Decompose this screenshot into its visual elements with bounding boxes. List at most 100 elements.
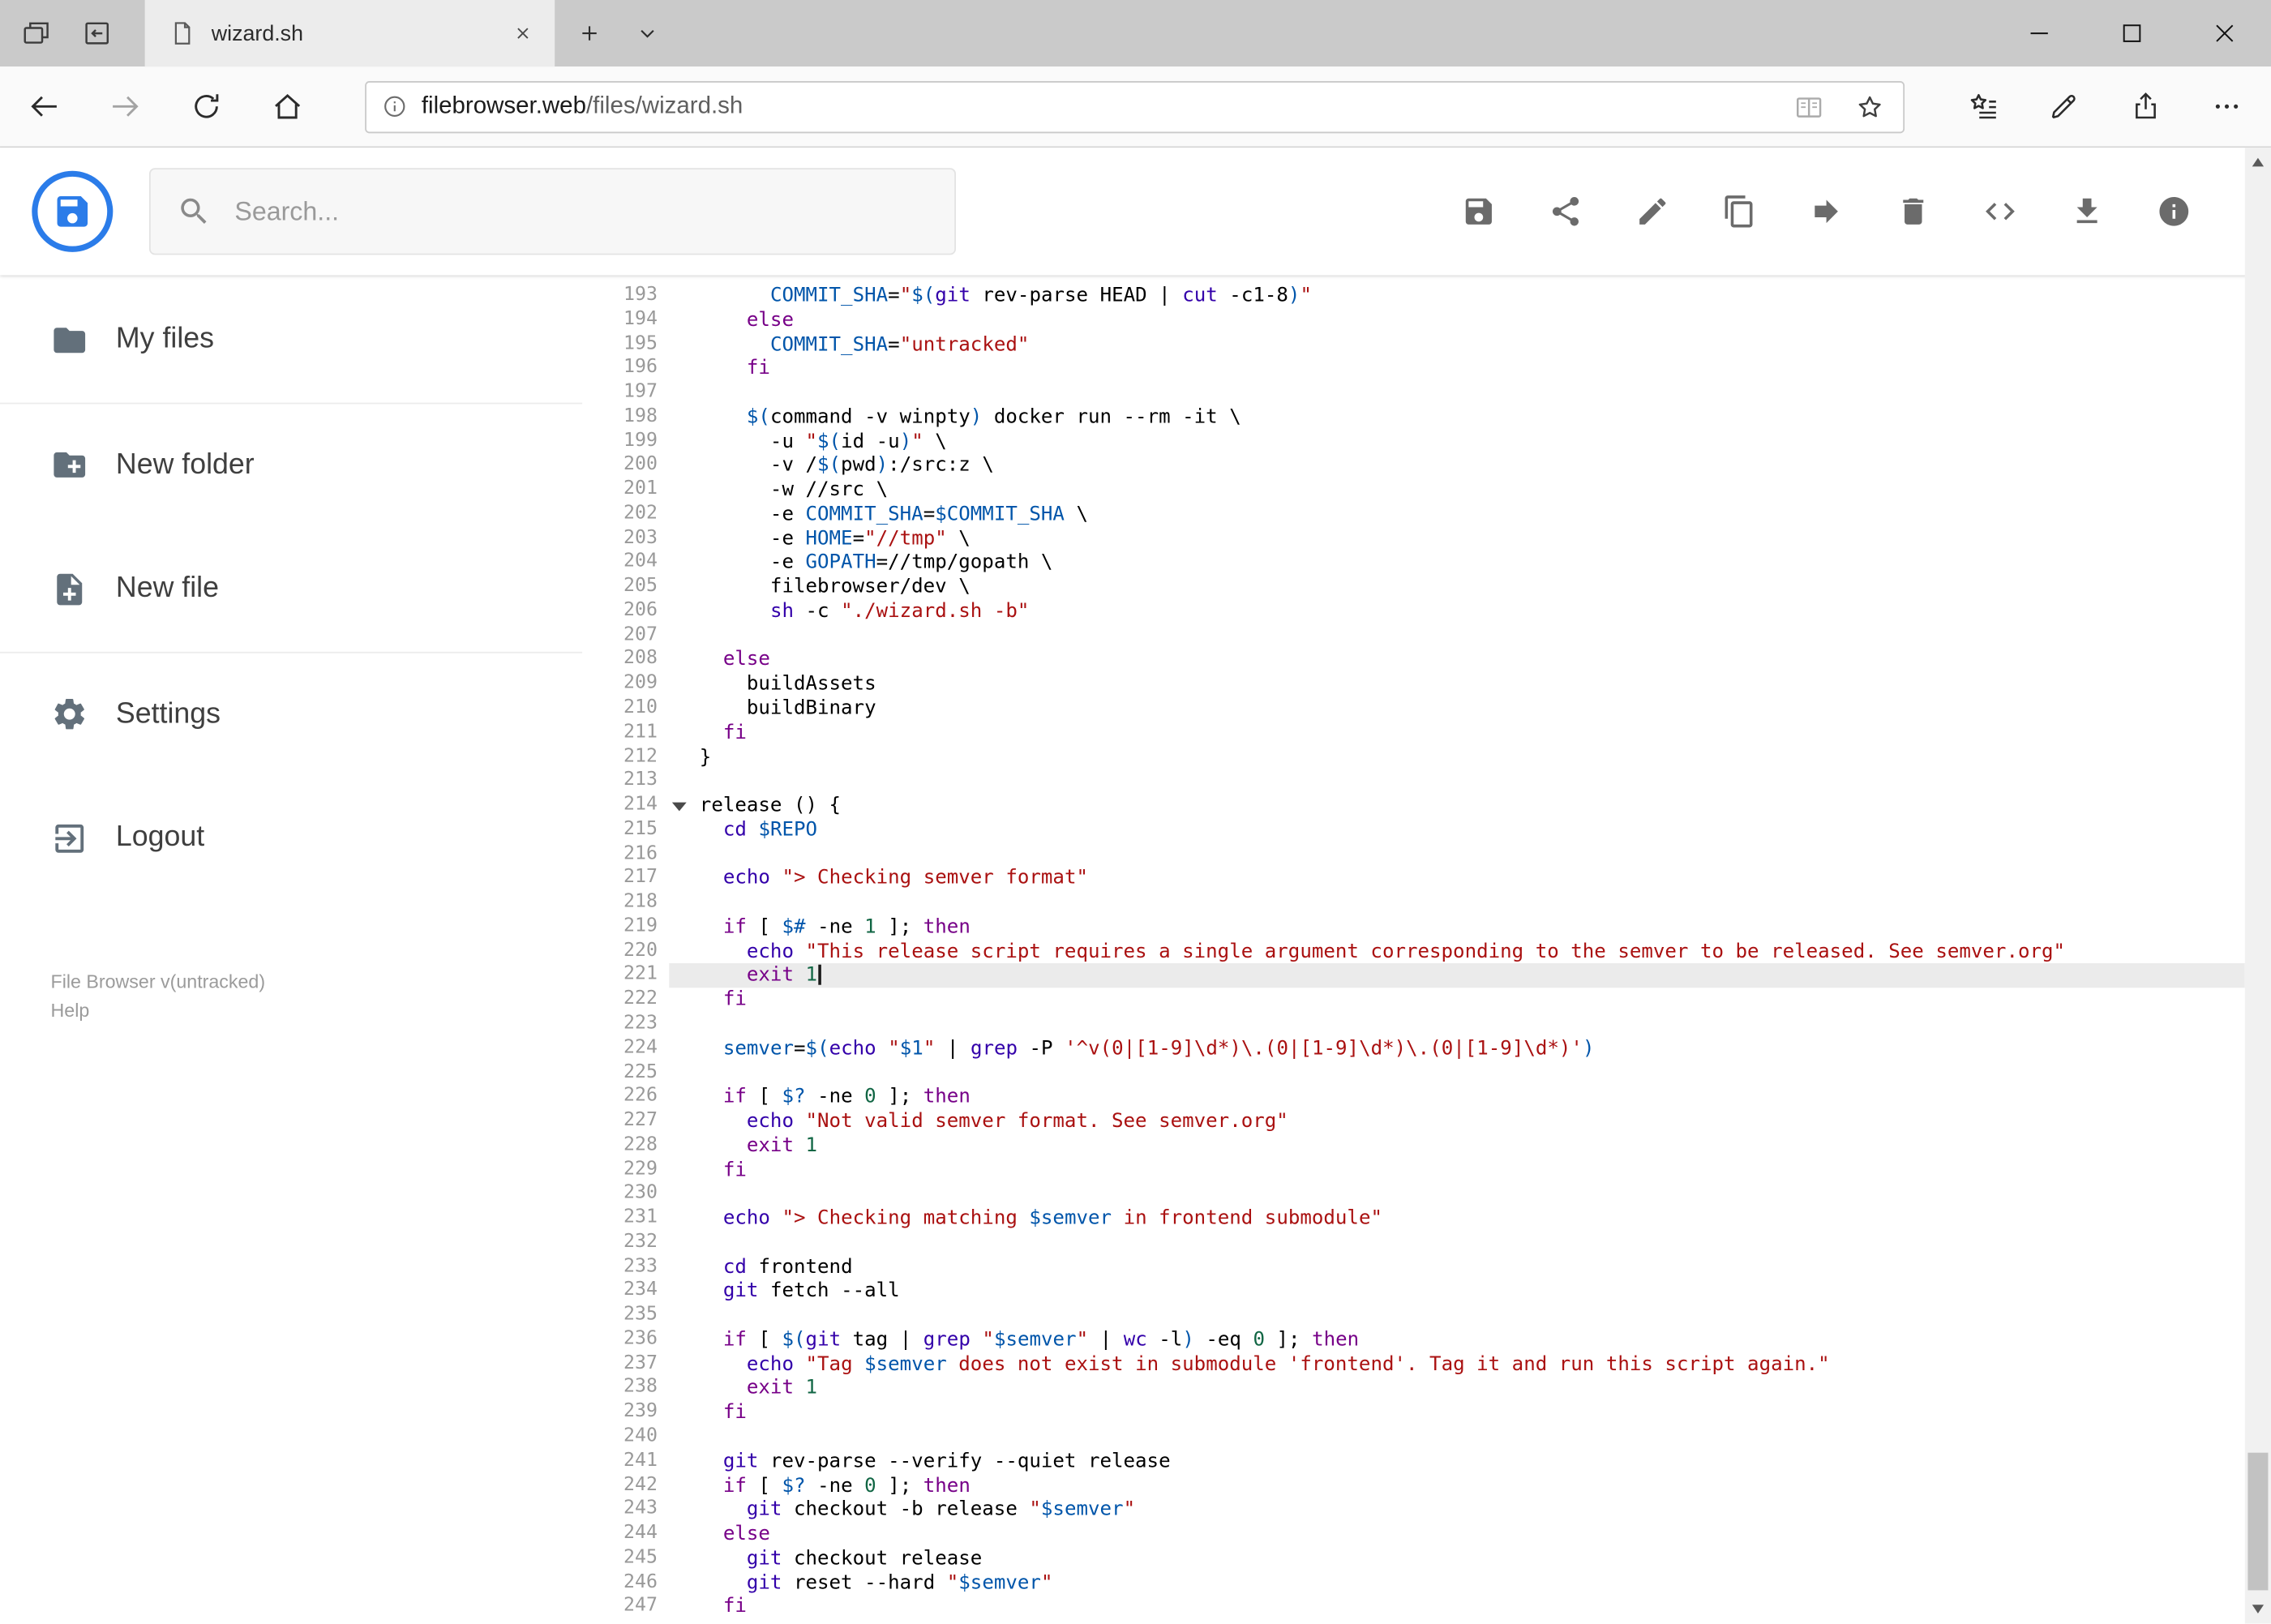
code-line[interactable]: 235 xyxy=(582,1304,2245,1328)
share-button[interactable] xyxy=(1549,194,1583,229)
share-page-button[interactable] xyxy=(2116,84,2174,130)
code-line[interactable]: 247 fi xyxy=(582,1595,2245,1619)
code-line[interactable]: 237 echo "Tag $semver does not exist in … xyxy=(582,1352,2245,1377)
code-line[interactable]: 200 -v /$(pwd):/src:z \ xyxy=(582,454,2245,478)
edit-button[interactable] xyxy=(1635,194,1670,229)
code-line[interactable]: 233 cd frontend xyxy=(582,1255,2245,1279)
reading-view-icon[interactable] xyxy=(1793,91,1825,122)
code-line[interactable]: 238 exit 1 xyxy=(582,1377,2245,1401)
save-button[interactable] xyxy=(1461,194,1496,229)
site-info-icon[interactable] xyxy=(381,92,409,120)
code-line[interactable]: 244 else xyxy=(582,1523,2245,1547)
code-line[interactable]: 217 echo "> Checking semver format" xyxy=(582,867,2245,891)
code-line[interactable]: 223 xyxy=(582,1013,2245,1037)
code-line[interactable]: 231 echo "> Checking matching $semver in… xyxy=(582,1206,2245,1231)
code-line[interactable]: 197 xyxy=(582,381,2245,405)
code-line[interactable]: 214 release () { xyxy=(582,794,2245,818)
code-line[interactable]: 198 $(command -v winpty) docker run --rm… xyxy=(582,405,2245,430)
code-line[interactable]: 226 if [ $? -ne 0 ]; then xyxy=(582,1085,2245,1109)
code-line[interactable]: 199 -u "$(id -u)" \ xyxy=(582,430,2245,454)
download-button[interactable] xyxy=(2070,194,2105,229)
code-line[interactable]: 203 -e HOME="//tmp" \ xyxy=(582,527,2245,551)
info-button[interactable] xyxy=(2157,194,2192,229)
minimize-button[interactable] xyxy=(1993,0,2085,66)
code-line[interactable]: 240 xyxy=(582,1425,2245,1450)
code-line[interactable]: 209 buildAssets xyxy=(582,672,2245,696)
code-line[interactable]: 204 -e GOPATH=//tmp/gopath \ xyxy=(582,551,2245,576)
code-line[interactable]: 213 xyxy=(582,769,2245,794)
code-editor[interactable]: 193 COMMIT_SHA="$(git rev-parse HEAD | c… xyxy=(582,275,2245,1623)
code-line[interactable]: 220 echo "This release script requires a… xyxy=(582,940,2245,964)
code-line[interactable]: 208 else xyxy=(582,648,2245,672)
tab-preview-icon[interactable] xyxy=(20,17,52,49)
code-line[interactable]: 194 else xyxy=(582,308,2245,332)
copy-button[interactable] xyxy=(1722,194,1757,229)
delete-button[interactable] xyxy=(1896,194,1930,229)
sidebar-item-new-file[interactable]: New file xyxy=(0,527,582,651)
browser-tab[interactable]: wizard.sh xyxy=(144,0,555,67)
code-line[interactable]: 234 git fetch --all xyxy=(582,1279,2245,1304)
more-options-button[interactable] xyxy=(2197,84,2255,130)
code-line[interactable]: 218 xyxy=(582,891,2245,915)
code-line[interactable]: 232 xyxy=(582,1231,2245,1255)
code-line[interactable]: 210 buildBinary xyxy=(582,696,2245,721)
close-window-button[interactable] xyxy=(2179,0,2271,66)
code-line[interactable]: 241 git rev-parse --verify --quiet relea… xyxy=(582,1450,2245,1474)
back-button[interactable] xyxy=(20,84,66,130)
code-line[interactable]: 236 if [ $(git tag | grep "$semver" | wc… xyxy=(582,1328,2245,1352)
code-line[interactable]: 207 xyxy=(582,623,2245,648)
code-line[interactable]: 195 COMMIT_SHA="untracked" xyxy=(582,332,2245,357)
help-link[interactable]: Help xyxy=(51,996,90,1025)
code-line[interactable]: 222 fi xyxy=(582,988,2245,1013)
code-line[interactable]: 224 semver=$(echo "$1" | grep -P '^v(0|[… xyxy=(582,1037,2245,1061)
code-line[interactable]: 246 git reset --hard "$semver" xyxy=(582,1570,2245,1595)
code-line[interactable]: 193 COMMIT_SHA="$(git rev-parse HEAD | c… xyxy=(582,284,2245,308)
code-line[interactable]: 243 git checkout -b release "$semver" xyxy=(582,1498,2245,1523)
favorite-star-icon[interactable] xyxy=(1854,91,1886,122)
sidebar-item-settings[interactable]: Settings xyxy=(0,653,582,777)
set-tabs-aside-icon[interactable] xyxy=(81,17,113,49)
code-line[interactable]: 229 fi xyxy=(582,1158,2245,1182)
close-tab-icon[interactable] xyxy=(512,22,535,45)
home-button[interactable] xyxy=(264,84,310,130)
address-bar[interactable]: filebrowser.web/files/wizard.sh xyxy=(365,80,1905,133)
code-line[interactable]: 201 -w //src \ xyxy=(582,478,2245,503)
sidebar-item-new-folder[interactable]: New folder xyxy=(0,403,582,527)
app-logo[interactable] xyxy=(32,170,114,252)
code-line[interactable]: 216 xyxy=(582,842,2245,867)
code-line[interactable]: 211 fi xyxy=(582,721,2245,745)
code-line[interactable]: 221 exit 1 xyxy=(582,963,2245,988)
new-tab-button[interactable] xyxy=(566,0,612,66)
scrollbar-thumb[interactable] xyxy=(2247,1452,2269,1591)
scroll-down-button[interactable] xyxy=(2245,1595,2271,1624)
web-note-button[interactable] xyxy=(2035,84,2093,130)
sidebar-item-my-files[interactable]: My files xyxy=(0,278,582,402)
code-line[interactable]: 242 if [ $? -ne 0 ]; then xyxy=(582,1474,2245,1498)
scroll-up-button[interactable] xyxy=(2245,148,2271,177)
fold-arrow-icon[interactable] xyxy=(671,802,687,812)
code-line[interactable]: 227 echo "Not valid semver format. See s… xyxy=(582,1109,2245,1133)
hub-button[interactable] xyxy=(1954,84,2012,130)
code-line[interactable]: 196 fi xyxy=(582,357,2245,381)
page-scrollbar[interactable] xyxy=(2244,148,2271,1624)
scrollbar-track[interactable] xyxy=(2245,177,2271,1595)
switch-view-button[interactable] xyxy=(1983,194,2018,229)
tab-list-button[interactable] xyxy=(630,0,665,66)
move-button[interactable] xyxy=(1809,194,1844,229)
forward-button[interactable] xyxy=(101,84,148,130)
refresh-button[interactable] xyxy=(182,84,229,130)
code-line[interactable]: 245 git checkout release xyxy=(582,1546,2245,1570)
search-input[interactable] xyxy=(234,196,929,227)
search-box[interactable] xyxy=(148,168,956,255)
code-line[interactable]: 206 sh -c "./wizard.sh -b" xyxy=(582,599,2245,623)
sidebar-item-logout[interactable]: Logout xyxy=(0,776,582,900)
code-line[interactable]: 215 cd $REPO xyxy=(582,818,2245,842)
code-line[interactable]: 228 exit 1 xyxy=(582,1133,2245,1158)
code-line[interactable]: 205 filebrowser/dev \ xyxy=(582,576,2245,600)
code-line[interactable]: 202 -e COMMIT_SHA=$COMMIT_SHA \ xyxy=(582,503,2245,527)
code-line[interactable]: 225 xyxy=(582,1061,2245,1086)
code-line[interactable]: 239 fi xyxy=(582,1401,2245,1425)
code-line[interactable]: 230 xyxy=(582,1182,2245,1206)
maximize-button[interactable] xyxy=(2085,0,2178,66)
code-line[interactable]: 212} xyxy=(582,745,2245,769)
